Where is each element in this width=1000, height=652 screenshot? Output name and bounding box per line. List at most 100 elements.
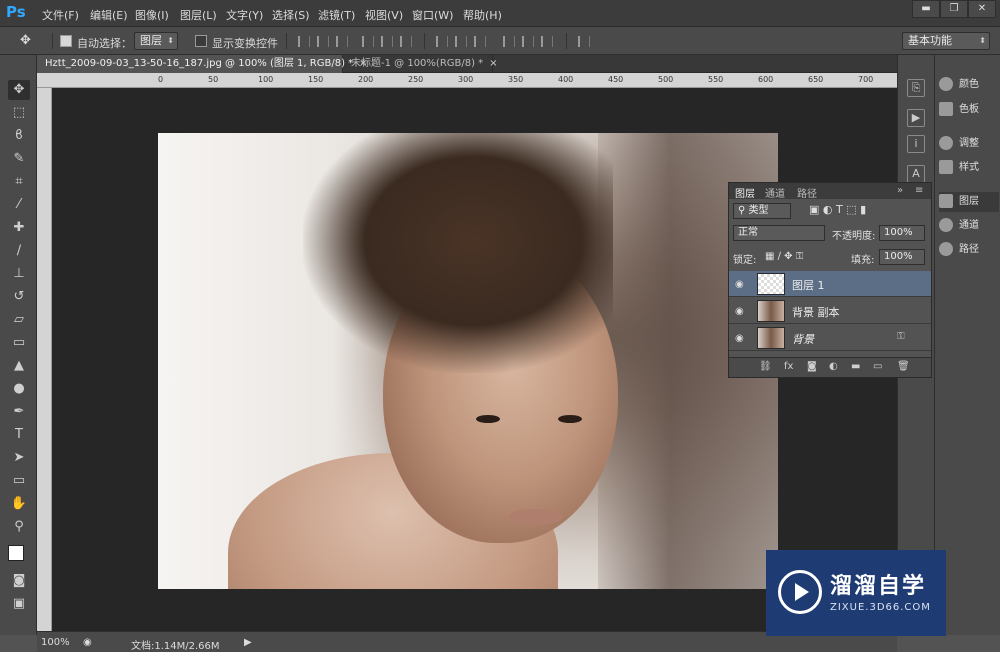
menu-filter[interactable]: 滤镜(T) [318,7,355,23]
gradient-tool-icon[interactable]: ▭ [8,333,30,353]
panel-styles[interactable]: 样式 [939,158,999,178]
show-transform-checkbox[interactable] [195,35,207,47]
close-button[interactable]: ✕ [968,0,996,18]
panel-swatches[interactable]: 色板 [939,100,999,120]
panel-paths[interactable]: 路径 [939,240,999,260]
status-info-icon[interactable]: ◉ [83,637,92,648]
marquee-tool-icon[interactable]: ⬚ [8,103,30,123]
zoom-tool-icon[interactable]: ⚲ [8,517,30,537]
menu-window[interactable]: 窗口(W) [412,7,453,23]
maximize-button[interactable]: ❐ [940,0,968,18]
status-menu-arrow-icon[interactable]: ▶ [244,637,252,648]
menu-type[interactable]: 文字(Y) [226,7,263,23]
shape-tool-icon[interactable]: ▭ [8,471,30,491]
palette-icon [939,77,953,91]
tab-layers[interactable]: 图层 [735,185,755,200]
menu-edit[interactable]: 编辑(E) [90,7,128,23]
move-tool-preset-icon[interactable]: ✥ [20,33,31,48]
distribute-left-icon[interactable] [503,36,515,47]
eraser-tool-icon[interactable]: ▱ [8,310,30,330]
distribute-top-icon[interactable] [436,36,448,47]
menu-layer[interactable]: 图层(L) [180,7,217,23]
type-tool-icon[interactable]: T [8,425,30,445]
history-brush-tool-icon[interactable]: ↺ [8,287,30,307]
distribute-vcenter-icon[interactable] [455,36,467,47]
layer-row[interactable]: ◉ 背景 副本 [729,298,931,324]
align-hcenter-icon[interactable] [381,36,393,47]
history-panel-icon[interactable]: ⎘ [907,79,925,97]
dodge-tool-icon[interactable]: ● [8,379,30,399]
menu-image[interactable]: 图像(I) [135,7,169,23]
quick-mask-icon[interactable]: ◙ [8,571,30,591]
quick-select-tool-icon[interactable]: ✎ [8,149,30,169]
lock-icons[interactable]: ▦ ∕ ✥ ⚿ [765,251,803,262]
options-bar: ✥ 自动选择： 图层 ⬍ 显示变换控件 基本功能 ⬍ [0,27,1000,55]
fx-icon[interactable]: fx [784,361,793,372]
zoom-level[interactable]: 100% [41,637,70,648]
eyedropper-tool-icon[interactable]: ⁄ [8,195,30,215]
eye-icon[interactable]: ◉ [735,333,744,344]
eye-icon[interactable]: ◉ [735,306,744,317]
auto-align-layers-icon[interactable] [578,36,590,47]
minimize-button[interactable]: ▬ [912,0,940,18]
layer-row[interactable]: ◉ 背景 ⚿ [729,325,931,351]
menu-view[interactable]: 视图(V) [365,7,403,23]
tab-untitled-document[interactable]: 未标题-1 @ 100%(RGB/8) * × [343,55,498,73]
auto-select-dropdown[interactable]: 图层 ⬍ [134,32,178,50]
info-panel-icon[interactable]: i [907,135,925,153]
eye-icon[interactable]: ◉ [735,279,744,290]
move-tool-icon[interactable]: ✥ [8,80,30,100]
healing-brush-tool-icon[interactable]: ✚ [8,218,30,238]
panel-channels[interactable]: 通道 [939,216,999,236]
blend-mode-dropdown[interactable]: 正常 [733,225,825,241]
pen-tool-icon[interactable]: ✒ [8,402,30,422]
menu-select[interactable]: 选择(S) [272,7,310,23]
screen-mode-icon[interactable]: ▣ [8,594,30,614]
layer-filter-icons[interactable]: ▣ ◐ T ⬚ ▮ [809,203,866,216]
brush-tool-icon[interactable]: ∕ [8,241,30,261]
panel-color[interactable]: 颜色 [939,75,999,95]
new-group-icon[interactable]: ▬ [851,361,860,372]
fill-field[interactable]: 100% [879,249,925,265]
panel-menu-icon[interactable]: » [897,185,903,196]
distribute-bottom-icon[interactable] [474,36,486,47]
character-panel-icon[interactable]: A [907,165,925,183]
crop-tool-icon[interactable]: ⌗ [8,172,30,192]
panel-layers[interactable]: 图层 [939,192,999,212]
add-mask-icon[interactable]: ◙ [807,361,817,372]
clone-stamp-tool-icon[interactable]: ⊥ [8,264,30,284]
trash-icon[interactable]: 🗑 [897,361,910,372]
panel-adjustments[interactable]: 调整 [939,134,999,154]
document-image[interactable] [158,133,778,589]
menu-file[interactable]: 文件(F) [42,7,79,23]
adjustment-layer-icon[interactable]: ◐ [829,361,838,372]
close-icon[interactable]: × [489,58,497,69]
ruler-label: 0 [158,75,164,84]
tab-hztt-document[interactable]: Hztt_2009-09-03_13-50-16_187.jpg @ 100% … [37,55,368,73]
layer-row[interactable]: ◉ 图层 1 [729,271,931,297]
distribute-right-icon[interactable] [541,36,553,47]
align-top-icon[interactable] [298,36,310,47]
menu-help[interactable]: 帮助(H) [463,7,502,23]
actions-panel-icon[interactable]: ▶ [907,109,925,127]
path-select-tool-icon[interactable]: ➤ [8,448,30,468]
tab-paths[interactable]: 路径 [797,185,817,200]
auto-select-checkbox[interactable] [60,35,72,47]
panel-options-icon[interactable]: ≡ [915,185,923,196]
align-vcenter-icon[interactable] [317,36,329,47]
blur-tool-icon[interactable]: ▲ [8,356,30,376]
layer-filter-dropdown[interactable]: ⚲ 类型 [733,203,791,219]
hand-tool-icon[interactable]: ✋ [8,494,30,514]
align-left-icon[interactable] [362,36,374,47]
align-right-icon[interactable] [400,36,412,47]
foreground-color-swatch[interactable] [8,545,24,561]
new-layer-icon[interactable]: ▭ [873,361,882,372]
opacity-field[interactable]: 100% [879,225,925,241]
lasso-tool-icon[interactable]: ϐ [8,126,30,146]
workspace-dropdown[interactable]: 基本功能 ⬍ [902,32,990,50]
distribute-hcenter-icon[interactable] [522,36,534,47]
link-layers-icon[interactable]: ⛓ [759,361,772,372]
swatches-icon [939,102,953,116]
align-bottom-icon[interactable] [336,36,348,47]
tab-channels[interactable]: 通道 [765,185,785,200]
